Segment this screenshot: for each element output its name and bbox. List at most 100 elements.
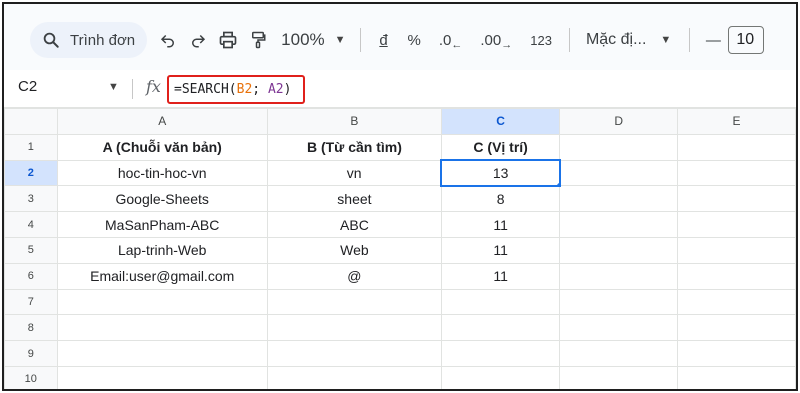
cell-d8[interactable]: [559, 314, 679, 342]
cell-c2-value: 13: [492, 164, 509, 181]
cell-a1[interactable]: A (Chuỗi văn bản): [56, 133, 268, 161]
cell-e5[interactable]: [677, 236, 796, 264]
cell-d5[interactable]: [559, 236, 679, 264]
cell-c8[interactable]: [440, 314, 561, 342]
cell-b8[interactable]: [266, 314, 442, 342]
cell-a9[interactable]: [56, 340, 268, 367]
cell-e8[interactable]: [677, 314, 796, 342]
cell-a5[interactable]: Lap-trinh-Web: [56, 236, 268, 264]
cell-b3[interactable]: sheet: [266, 185, 442, 213]
undo-button[interactable]: [153, 22, 183, 58]
increase-decimal-button[interactable]: .00 →: [471, 22, 521, 58]
print-button[interactable]: [213, 22, 243, 58]
row-header[interactable]: 3: [4, 185, 58, 213]
cell-c1[interactable]: C (Vị trí): [440, 133, 561, 161]
cell-d3[interactable]: [559, 185, 679, 213]
cell-d7[interactable]: [559, 288, 679, 316]
zoom-value: 100%: [281, 30, 325, 49]
row-header[interactable]: 1: [4, 133, 58, 161]
decrease-decimal-label: .0: [438, 31, 452, 49]
redo-icon: [192, 34, 206, 48]
cell-e10[interactable]: [677, 365, 796, 389]
cell-d6[interactable]: [559, 262, 679, 290]
spreadsheet-grid: A B C D E 1 A (Chuỗi văn bản) B (Từ cần …: [4, 108, 796, 389]
row-header[interactable]: 6: [4, 262, 58, 290]
toolbar-divider: [359, 28, 361, 52]
cell-c5[interactable]: 11: [440, 236, 561, 264]
cell-b10[interactable]: [266, 365, 442, 389]
cell-e3[interactable]: [677, 185, 796, 213]
decrease-font-size-button[interactable]: —: [698, 22, 728, 58]
row-header[interactable]: 2: [4, 159, 58, 187]
row-header[interactable]: 9: [4, 340, 58, 367]
name-box[interactable]: C2: [18, 78, 37, 95]
search-icon: [43, 32, 59, 48]
cell-c3[interactable]: 8: [440, 185, 561, 213]
row-header[interactable]: 8: [4, 314, 58, 342]
cell-a2[interactable]: hoc-tin-hoc-vn: [56, 159, 268, 187]
increase-decimal-label: .00: [480, 31, 502, 49]
cell-c10[interactable]: [440, 365, 561, 389]
cell-a3[interactable]: Google-Sheets: [56, 185, 268, 213]
font-select[interactable]: Mặc đị... ▼: [578, 22, 681, 58]
cell-a4[interactable]: MaSanPham-ABC: [56, 211, 268, 238]
cell-d9[interactable]: [559, 340, 679, 367]
cell-c9[interactable]: [440, 340, 561, 367]
column-header-a[interactable]: A: [56, 108, 268, 135]
cell-d1[interactable]: [559, 133, 679, 161]
row-header[interactable]: 10: [4, 365, 58, 389]
cell-c2-active[interactable]: 13: [440, 159, 561, 187]
cell-b9[interactable]: [266, 340, 442, 367]
row-header[interactable]: 4: [4, 211, 58, 238]
cell-b4[interactable]: ABC: [266, 211, 442, 238]
chevron-down-icon[interactable]: ▼: [108, 81, 119, 93]
cell-c6[interactable]: 11: [440, 262, 561, 290]
cell-c4[interactable]: 11: [440, 211, 561, 238]
redo-button[interactable]: [183, 22, 213, 58]
column-header-b[interactable]: B: [266, 108, 442, 135]
formula-bar: C2 ▼ fx =SEARCH(B2; A2): [4, 70, 796, 108]
menu-search-button[interactable]: Trình đơn: [30, 22, 148, 58]
number-format-button[interactable]: 123: [521, 22, 561, 58]
cell-b7[interactable]: [266, 288, 442, 316]
cell-e9[interactable]: [677, 340, 796, 367]
font-size-input[interactable]: 10: [728, 26, 765, 54]
cell-e4[interactable]: [677, 211, 796, 238]
column-header-d[interactable]: D: [559, 108, 679, 135]
cell-e1[interactable]: [677, 133, 796, 161]
cell-e2[interactable]: [677, 159, 796, 187]
chevron-down-icon: ▼: [660, 34, 672, 46]
row-header[interactable]: 7: [4, 288, 58, 316]
chevron-down-icon: ▼: [334, 34, 346, 46]
currency-format-button[interactable]: đ: [369, 22, 399, 58]
paint-format-button[interactable]: [243, 22, 273, 58]
cell-d10[interactable]: [559, 365, 679, 389]
fill-handle[interactable]: [555, 181, 558, 184]
decrease-decimal-button[interactable]: .0 ←: [430, 22, 472, 58]
font-name: Mặc đị...: [585, 31, 647, 48]
cell-a6[interactable]: Email:user@gmail.com: [56, 262, 268, 290]
row-header[interactable]: 5: [4, 236, 58, 264]
cell-d4[interactable]: [559, 211, 679, 238]
cell-c7[interactable]: [440, 288, 561, 316]
cell-a10[interactable]: [56, 365, 268, 389]
toolbar-divider: [568, 28, 570, 52]
cell-e6[interactable]: [677, 262, 796, 290]
column-header-c[interactable]: C: [440, 108, 561, 135]
cell-e7[interactable]: [677, 288, 796, 316]
percent-format-button[interactable]: %: [399, 22, 430, 58]
formula-input[interactable]: =SEARCH(B2; A2): [167, 75, 305, 104]
cell-a7[interactable]: [56, 288, 268, 316]
formula-separator: ;: [252, 82, 268, 97]
formula-ref-b2: B2: [236, 82, 253, 97]
cell-a8[interactable]: [56, 314, 268, 342]
zoom-select[interactable]: 100% ▼: [273, 22, 351, 58]
cell-d2[interactable]: [559, 159, 679, 187]
cell-b6[interactable]: @: [266, 262, 442, 290]
column-header-e[interactable]: E: [677, 108, 796, 135]
toolbar-divider: [689, 28, 691, 52]
cell-b2[interactable]: vn: [266, 159, 442, 187]
select-all-corner[interactable]: [4, 108, 58, 135]
cell-b5[interactable]: Web: [266, 236, 442, 264]
cell-b1[interactable]: B (Từ cần tìm): [266, 133, 442, 161]
